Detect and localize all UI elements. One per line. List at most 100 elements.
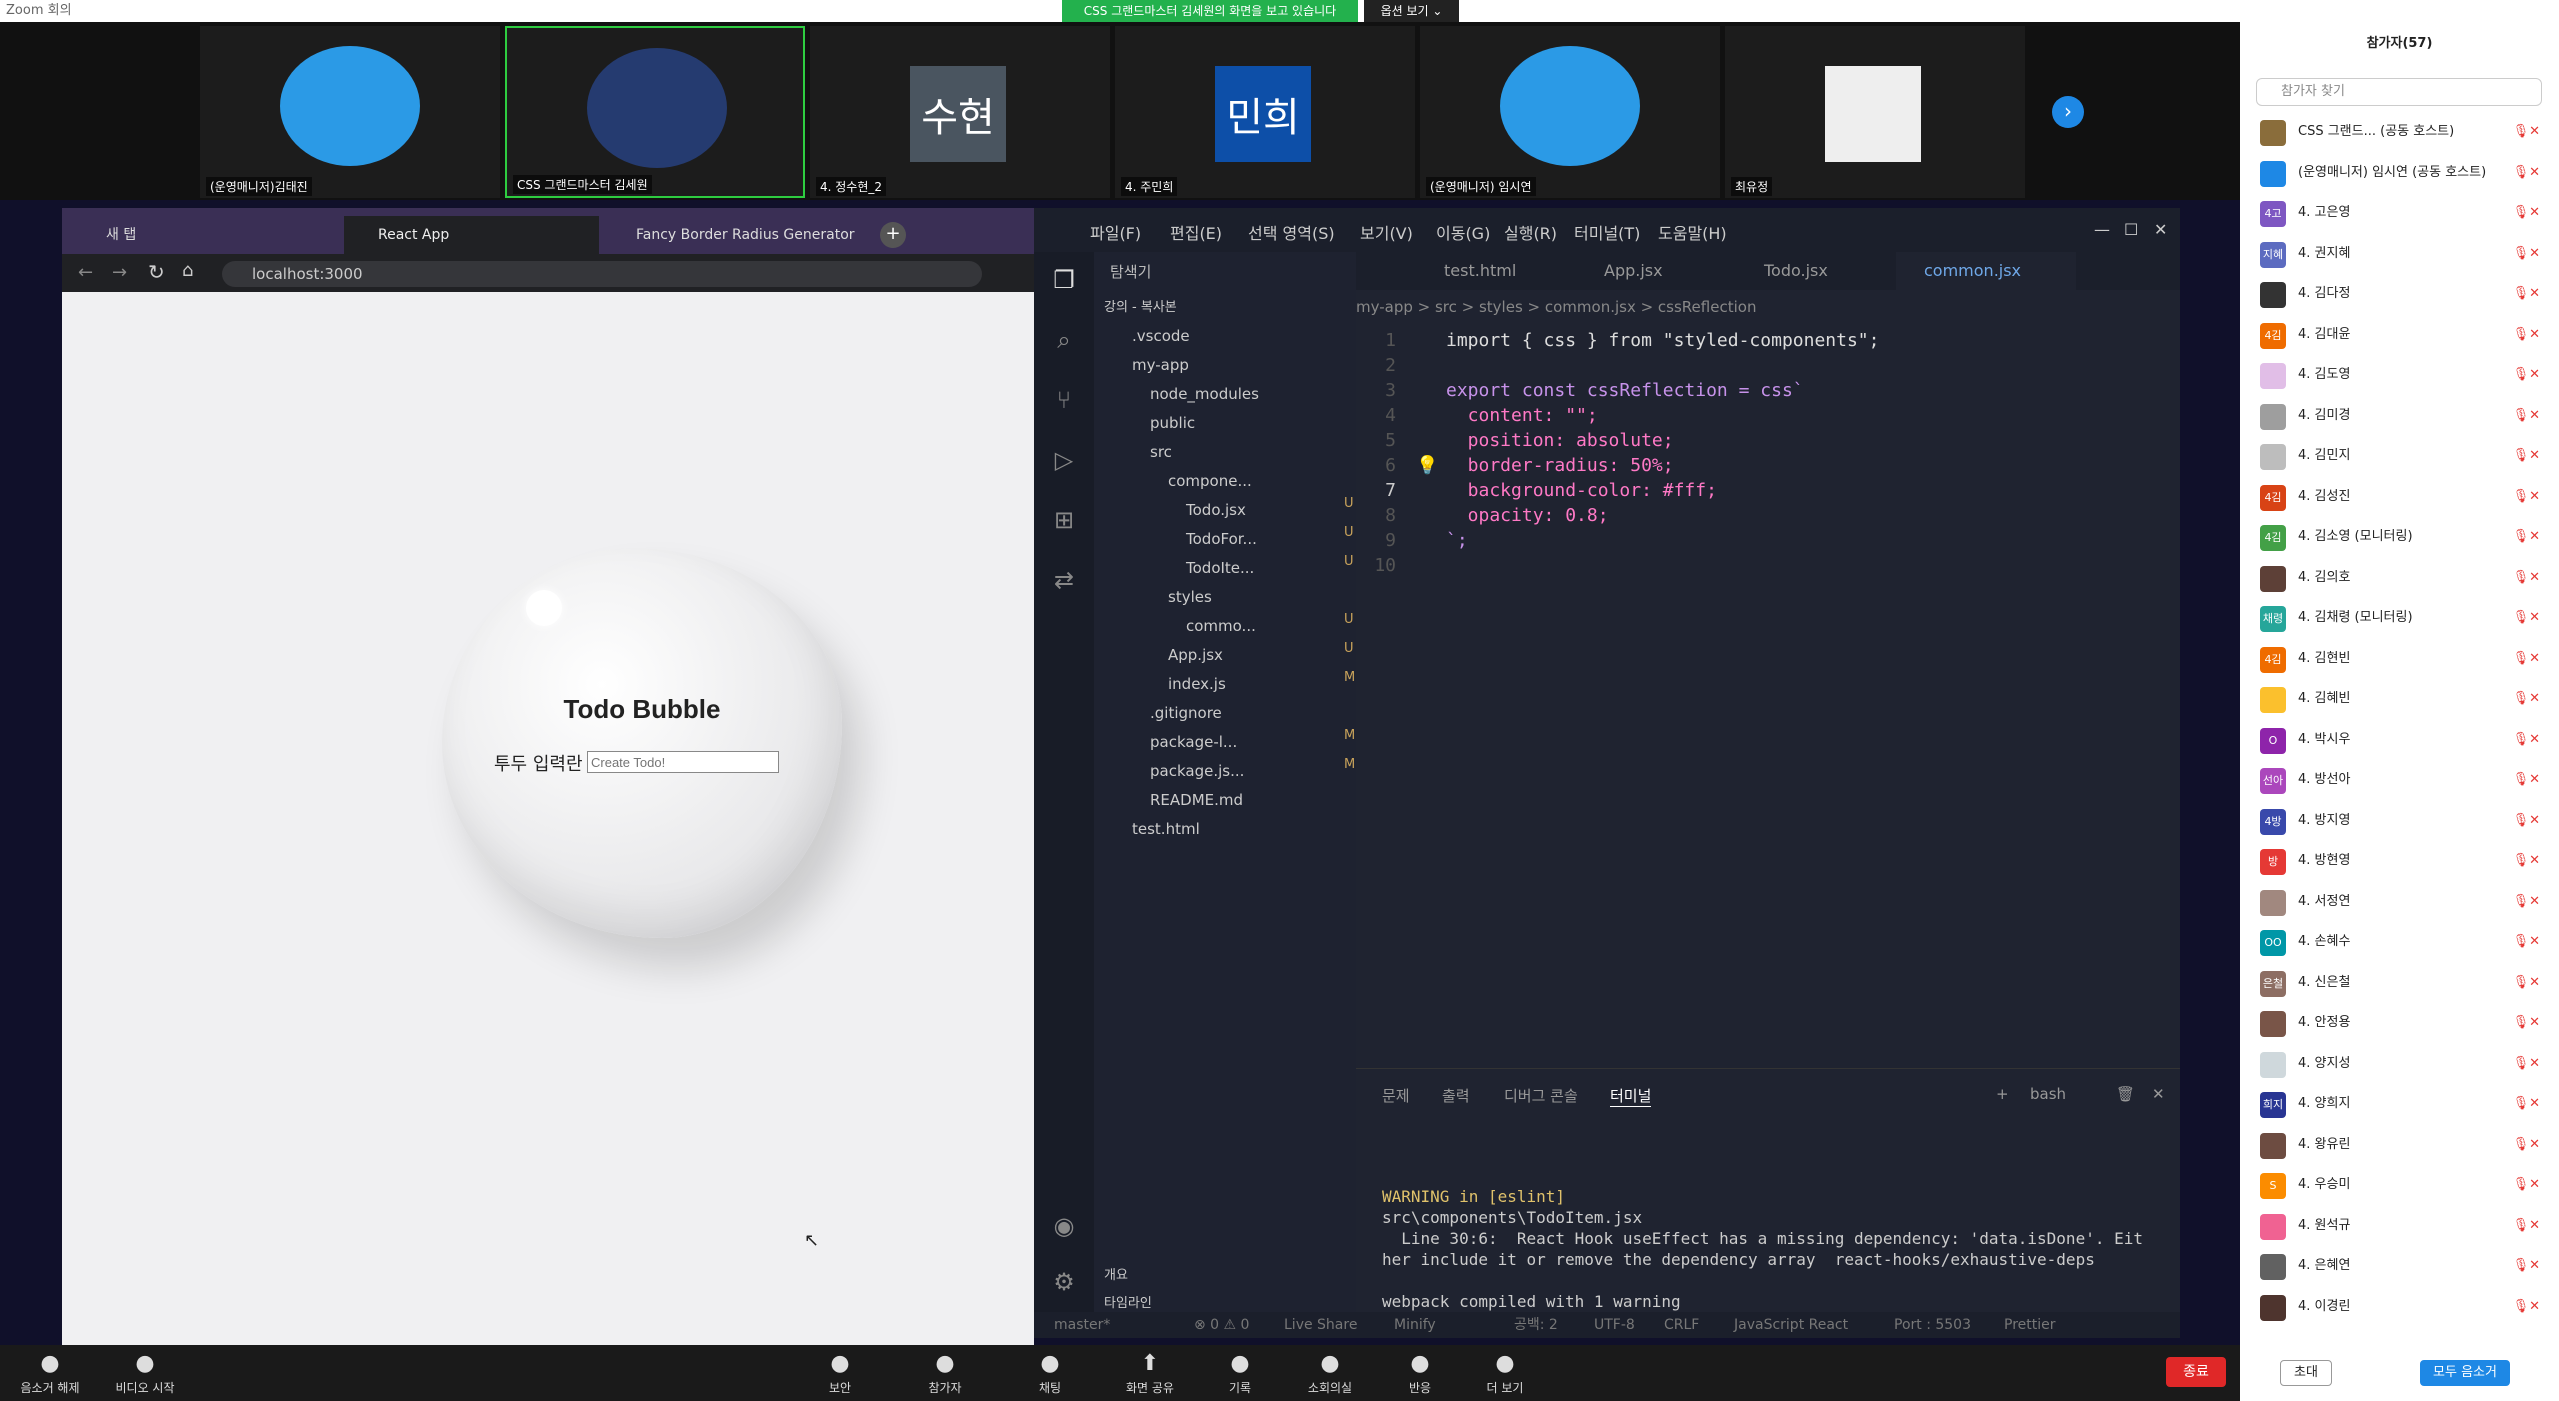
editor-tab[interactable]: Todo.jsx (1736, 252, 1886, 290)
participant-row[interactable]: 4방 4. 방지영 🎙✕ (2260, 801, 2540, 841)
search-icon[interactable]: ⌕ (1048, 326, 1080, 358)
video-tile[interactable]: 수현 4. 정수현_2 (810, 26, 1110, 198)
participant-row[interactable]: O 4. 박시우 🎙✕ (2260, 720, 2540, 760)
tree-item[interactable]: README.md (1150, 786, 1354, 814)
status-language[interactable]: JavaScript React (1734, 1312, 1848, 1338)
next-page-icon[interactable]: › (2052, 96, 2084, 128)
toolbar-chat-button[interactable]: ● 채팅 (1010, 1351, 1090, 1396)
participant-row[interactable]: 희지 4. 양희지 🎙✕ (2260, 1084, 2540, 1124)
status-indent[interactable]: 공백: 2 (1514, 1312, 1558, 1338)
status-problems[interactable]: ⊗ 0 ⚠ 0 (1194, 1312, 1249, 1338)
participant-row[interactable]: 4. 은혜연 🎙✕ (2260, 1246, 2540, 1286)
tree-item[interactable]: node_modules (1150, 380, 1354, 408)
tree-item[interactable]: my-app (1132, 351, 1354, 379)
mute-all-button[interactable]: 모두 음소거 (2420, 1360, 2510, 1386)
participant-row[interactable]: 4김 4. 김현빈 🎙✕ (2260, 639, 2540, 679)
tree-item[interactable]: App.jsx (1168, 641, 1354, 669)
video-tile[interactable]: (운영매니저)김태진 (200, 26, 500, 198)
participant-row[interactable]: 4. 양지성 🎙✕ (2260, 1044, 2540, 1084)
participant-row[interactable]: 4김 4. 김소영 (모니터링) 🎙✕ (2260, 517, 2540, 557)
gear-icon[interactable]: ⚙ (1048, 1268, 1080, 1300)
new-terminal-icon[interactable]: + (1996, 1085, 2009, 1103)
status-encoding[interactable]: UTF-8 (1594, 1312, 1635, 1338)
toolbar-participants-button[interactable]: ● 참가자 (905, 1351, 985, 1396)
new-tab-icon[interactable]: + (880, 222, 906, 248)
maximize-icon[interactable]: ☐ (2124, 220, 2138, 239)
panel-tab-problems[interactable]: 문제 (1382, 1085, 1410, 1106)
remote-icon[interactable]: ⇄ (1048, 566, 1080, 598)
reload-icon[interactable]: ↻ (148, 260, 165, 284)
end-meeting-button[interactable]: 종료 (2166, 1357, 2226, 1387)
terminal-shell[interactable]: bash (2030, 1085, 2066, 1103)
participant-row[interactable]: 선아 4. 방선아 🎙✕ (2260, 760, 2540, 800)
minimize-icon[interactable]: — (2094, 220, 2110, 239)
status-prettier[interactable]: Prettier (2004, 1312, 2056, 1338)
menu-selection[interactable]: 선택 영역(S) (1248, 220, 1335, 244)
close-icon[interactable]: ✕ (2154, 220, 2167, 239)
participant-row[interactable]: 지혜 4. 권지혜 🎙✕ (2260, 234, 2540, 274)
toolbar-breakout-button[interactable]: ● 소회의실 (1290, 1351, 1370, 1396)
tree-item[interactable]: index.js (1168, 670, 1354, 698)
explorer-icon[interactable]: ❐ (1048, 266, 1080, 298)
tree-item[interactable]: TodoFor... (1186, 525, 1354, 553)
back-icon[interactable]: ← (78, 262, 93, 283)
participant-row[interactable]: OO 4. 손혜수 🎙✕ (2260, 922, 2540, 962)
panel-tab-output[interactable]: 출력 (1442, 1085, 1470, 1106)
toolbar-shield-button[interactable]: ● 보안 (800, 1351, 880, 1396)
participant-row[interactable]: 4. 김의호 🎙✕ (2260, 558, 2540, 598)
tree-item[interactable]: .gitignore (1150, 699, 1354, 727)
tree-item[interactable]: package-l... (1150, 728, 1354, 756)
status-live-share[interactable]: Live Share (1284, 1312, 1357, 1338)
participant-row[interactable]: 4. 김혜빈 🎙✕ (2260, 679, 2540, 719)
view-options-button[interactable]: 옵션 보기 ⌄ (1364, 0, 1459, 22)
run-debug-icon[interactable]: ▷ (1048, 446, 1080, 478)
participant-row[interactable]: 은철 4. 신은철 🎙✕ (2260, 963, 2540, 1003)
menu-run[interactable]: 실행(R) (1504, 220, 1557, 244)
participant-row[interactable]: CSS 그랜드... (공동 호스트) 🎙✕ (2260, 112, 2540, 152)
tree-item[interactable]: Todo.jsx (1186, 496, 1354, 524)
participant-row[interactable]: 4. 안정용 🎙✕ (2260, 1003, 2540, 1043)
participant-row[interactable]: S 4. 우승미 🎙✕ (2260, 1165, 2540, 1205)
status-port[interactable]: Port : 5503 (1894, 1312, 1971, 1338)
participant-row[interactable]: 4. 왕유린 🎙✕ (2260, 1125, 2540, 1165)
lightbulb-icon[interactable]: 💡 (1416, 453, 1438, 478)
trash-icon[interactable]: 🗑 (2116, 1085, 2135, 1103)
forward-icon[interactable]: → (112, 262, 127, 283)
status-eol[interactable]: CRLF (1664, 1312, 1699, 1338)
tree-item[interactable]: compone... (1168, 467, 1354, 495)
workspace-root[interactable]: 강의 - 복사본 (1104, 294, 1177, 322)
participant-row[interactable]: 4김 4. 김성진 🎙✕ (2260, 477, 2540, 517)
tree-item[interactable]: public (1150, 409, 1354, 437)
browser-tab-active[interactable]: React App (344, 216, 599, 254)
tree-item[interactable]: styles (1168, 583, 1354, 611)
tree-item[interactable]: test.html (1132, 815, 1354, 843)
participant-search-input[interactable]: 참가자 찾기 (2256, 78, 2542, 106)
menu-terminal[interactable]: 터미널(T) (1574, 220, 1640, 244)
participant-row[interactable]: 채령 4. 김채령 (모니터링) 🎙✕ (2260, 598, 2540, 638)
toolbar-more-button[interactable]: ● 더 보기 (1465, 1351, 1545, 1396)
todo-input[interactable] (587, 751, 779, 773)
tree-item[interactable]: TodoIte... (1186, 554, 1354, 582)
menu-edit[interactable]: 편집(E) (1170, 220, 1222, 244)
menu-help[interactable]: 도움말(H) (1658, 220, 1727, 244)
participant-row[interactable]: (운영매니저) 임시연 (공동 호스트) 🎙✕ (2260, 153, 2540, 193)
participant-row[interactable]: 4. 이경린 🎙✕ (2260, 1287, 2540, 1327)
terminal-output[interactable]: WARNING in [eslint] src\components\TodoI… (1382, 1165, 2143, 1333)
panel-tab-debug-console[interactable]: 디버그 콘솔 (1504, 1085, 1578, 1106)
participant-row[interactable]: 4. 김다정 🎙✕ (2260, 274, 2540, 314)
tree-item[interactable]: .vscode (1132, 322, 1354, 350)
video-tile[interactable]: 민희 4. 주민희 (1115, 26, 1415, 198)
toolbar-mic-muted-button[interactable]: ● 음소거 해제 (10, 1351, 90, 1396)
participant-row[interactable]: 방 4. 방현영 🎙✕ (2260, 841, 2540, 881)
account-icon[interactable]: ◉ (1048, 1212, 1080, 1244)
status-minify[interactable]: Minify (1394, 1312, 1436, 1338)
participant-row[interactable]: 4. 서정연 🎙✕ (2260, 882, 2540, 922)
tree-item[interactable]: package.js... (1150, 757, 1354, 785)
source-control-icon[interactable]: ⑂ (1048, 386, 1080, 418)
status-branch[interactable]: master* (1054, 1312, 1110, 1338)
extensions-icon[interactable]: ⊞ (1048, 506, 1080, 538)
toolbar-share-screen-button[interactable]: ⬆ 화면 공유 (1110, 1351, 1190, 1396)
url-input[interactable]: localhost:3000 (222, 261, 982, 287)
code-editor[interactable]: 1 import { css } from "styled-components"… (1356, 328, 2180, 748)
menu-go[interactable]: 이동(G) (1436, 220, 1490, 244)
